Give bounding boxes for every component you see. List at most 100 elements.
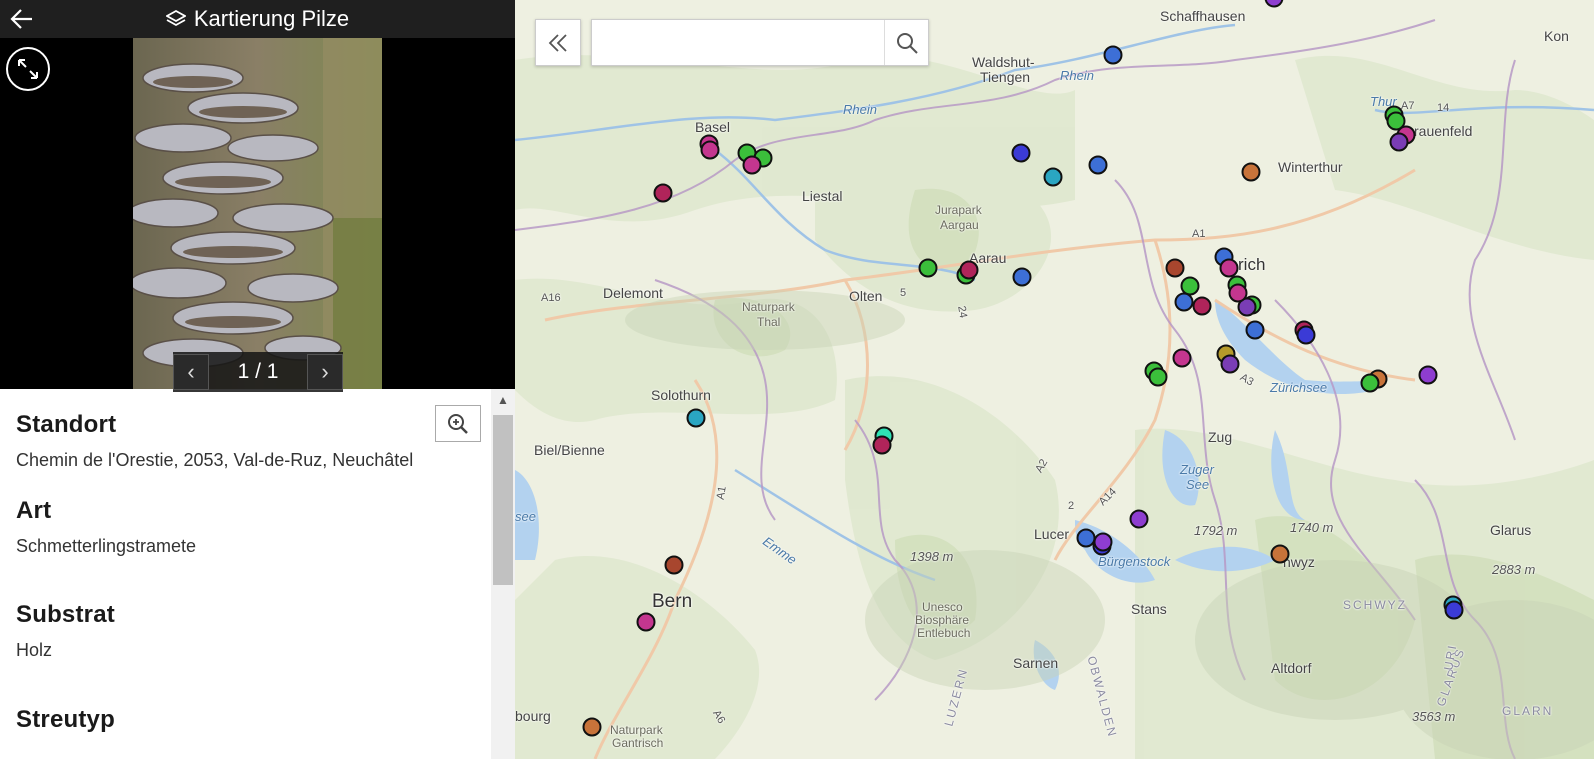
map-marker[interactable] bbox=[1192, 296, 1212, 316]
park-label-jurapark-2: Aargau bbox=[940, 218, 979, 232]
lake-label-zugersee-1: Zuger bbox=[1180, 462, 1214, 477]
place-label-olten: Olten bbox=[849, 288, 883, 304]
map-marker[interactable] bbox=[1418, 365, 1438, 385]
road-label-14: 14 bbox=[1437, 102, 1450, 114]
road-label-24: 24 bbox=[955, 304, 970, 320]
river-label-rhein-2: Rhein bbox=[1060, 68, 1094, 83]
mushroom-photo[interactable] bbox=[133, 38, 382, 389]
map-marker[interactable] bbox=[1360, 373, 1380, 393]
map-marker[interactable] bbox=[1148, 367, 1168, 387]
search-button[interactable] bbox=[884, 20, 929, 65]
place-label-delemont: Delemont bbox=[603, 285, 663, 301]
place-label-frauenfeld: rauenfeld bbox=[1414, 123, 1473, 139]
place-label-liestal: Liestal bbox=[802, 188, 843, 204]
place-label-basel: Basel bbox=[695, 119, 731, 135]
elevation-label-2883: 2883 m bbox=[1492, 562, 1536, 577]
place-label-waldshut: Waldshut- bbox=[972, 54, 1035, 70]
road-label-a16: A16 bbox=[541, 292, 561, 304]
place-label-biel: Biel/Bienne bbox=[534, 442, 605, 458]
details-scrollbar[interactable]: ▲ bbox=[491, 389, 515, 759]
map-marker[interactable] bbox=[1088, 155, 1108, 175]
zoom-in-icon bbox=[448, 413, 468, 434]
zoom-to-button[interactable] bbox=[435, 405, 481, 442]
image-pager: ‹ 1 / 1 › bbox=[173, 352, 343, 392]
chevron-right-icon: › bbox=[321, 359, 329, 384]
place-label-solothurn: Solothurn bbox=[651, 387, 711, 403]
map-marker[interactable] bbox=[1103, 45, 1123, 65]
road-label-2: 2 bbox=[1068, 500, 1075, 512]
place-label-kon: Kon bbox=[1544, 28, 1569, 44]
place-label-glarus: Glarus bbox=[1490, 522, 1532, 538]
map-marker[interactable] bbox=[1012, 267, 1032, 287]
map-marker[interactable] bbox=[1129, 509, 1149, 529]
park-label-gantrisch-2: Gantrisch bbox=[612, 736, 664, 750]
map-marker[interactable] bbox=[872, 435, 892, 455]
scroll-up-icon[interactable]: ▲ bbox=[491, 393, 515, 413]
map-marker[interactable] bbox=[1270, 544, 1290, 564]
double-chevron-left-icon bbox=[548, 33, 567, 52]
map-marker[interactable] bbox=[1241, 162, 1261, 182]
map-marker[interactable] bbox=[1296, 325, 1316, 345]
road-label-a1-west: A1 bbox=[714, 485, 729, 501]
map-marker[interactable] bbox=[1444, 600, 1464, 620]
lake-label-see: see bbox=[515, 509, 536, 524]
place-label-tiengen: Tiengen bbox=[980, 69, 1031, 85]
elevation-label-1398: 1398 m bbox=[910, 549, 954, 564]
map-marker[interactable] bbox=[686, 408, 706, 428]
map-marker[interactable] bbox=[582, 717, 602, 737]
map-marker[interactable] bbox=[653, 183, 673, 203]
media-viewer: ‹ 1 / 1 › bbox=[0, 38, 515, 392]
field-label-standort: Standort bbox=[16, 411, 117, 438]
panel-title-wrap: Kartierung Pilze bbox=[0, 0, 515, 38]
map-marker[interactable] bbox=[1093, 532, 1113, 552]
map-marker[interactable] bbox=[918, 258, 938, 278]
expand-button[interactable] bbox=[6, 47, 50, 91]
prev-image-button[interactable]: ‹ bbox=[173, 354, 209, 390]
map-marker[interactable] bbox=[1172, 348, 1192, 368]
place-label-bern: Bern bbox=[652, 591, 693, 612]
scroll-thumb[interactable] bbox=[493, 415, 513, 585]
road-label-5: 5 bbox=[900, 287, 907, 299]
field-label-streutyp: Streutyp bbox=[16, 706, 115, 733]
region-label-schwyz: SCHWYZ bbox=[1343, 598, 1407, 612]
map-marker[interactable] bbox=[742, 155, 762, 175]
collapse-panel-button[interactable] bbox=[535, 19, 581, 66]
map-marker[interactable] bbox=[700, 140, 720, 160]
next-image-button[interactable]: › bbox=[307, 354, 343, 390]
road-label-a1: A1 bbox=[1192, 228, 1206, 240]
map-marker[interactable] bbox=[1011, 143, 1031, 163]
place-label-zug: Zug bbox=[1208, 429, 1233, 445]
field-label-substrat: Substrat bbox=[16, 601, 115, 628]
field-value-standort: Chemin de l'Orestie, 2053, Val-de-Ruz, N… bbox=[16, 450, 414, 470]
park-label-jurapark-1: Jurapark bbox=[935, 203, 982, 217]
feature-panel: Kartierung Pilze ‹ 1 / 1 › Standort Chem… bbox=[0, 0, 515, 759]
place-label-winterthur: Winterthur bbox=[1278, 159, 1343, 175]
place-label-sarnen: Sarnen bbox=[1013, 655, 1059, 671]
map-marker[interactable] bbox=[1165, 258, 1185, 278]
place-label-schaffhausen: Schaffhausen bbox=[1160, 8, 1246, 24]
field-value-art: Schmetterlingstramete bbox=[16, 536, 197, 556]
map-marker[interactable] bbox=[1389, 132, 1409, 152]
park-label-naturpark-thal-2: Thal bbox=[757, 315, 781, 329]
search-box bbox=[591, 19, 929, 66]
lake-label-zugersee-2: See bbox=[1186, 477, 1210, 492]
map-marker[interactable] bbox=[959, 260, 979, 280]
search-input[interactable] bbox=[592, 20, 882, 65]
map-marker[interactable] bbox=[1228, 283, 1248, 303]
map-marker[interactable] bbox=[664, 555, 684, 575]
map-marker[interactable] bbox=[1245, 320, 1265, 340]
layers-icon bbox=[165, 9, 186, 27]
map-marker[interactable] bbox=[1174, 292, 1194, 312]
map-marker[interactable] bbox=[636, 612, 656, 632]
feature-details: Standort Chemin de l'Orestie, 2053, Val-… bbox=[0, 389, 491, 759]
chevron-left-icon: ‹ bbox=[187, 359, 195, 384]
map-marker[interactable] bbox=[1220, 354, 1240, 374]
search-icon bbox=[897, 32, 918, 54]
place-label-buergenstock: Bürgenstock bbox=[1098, 554, 1171, 569]
road-label-a7: A7 bbox=[1401, 100, 1415, 112]
elevation-label-1740: 1740 m bbox=[1290, 520, 1334, 535]
elevation-label-3563: 3563 m bbox=[1412, 709, 1456, 724]
map-marker[interactable] bbox=[1043, 167, 1063, 187]
place-label-zurich: rich bbox=[1238, 255, 1266, 274]
place-label-stans: Stans bbox=[1131, 601, 1167, 617]
